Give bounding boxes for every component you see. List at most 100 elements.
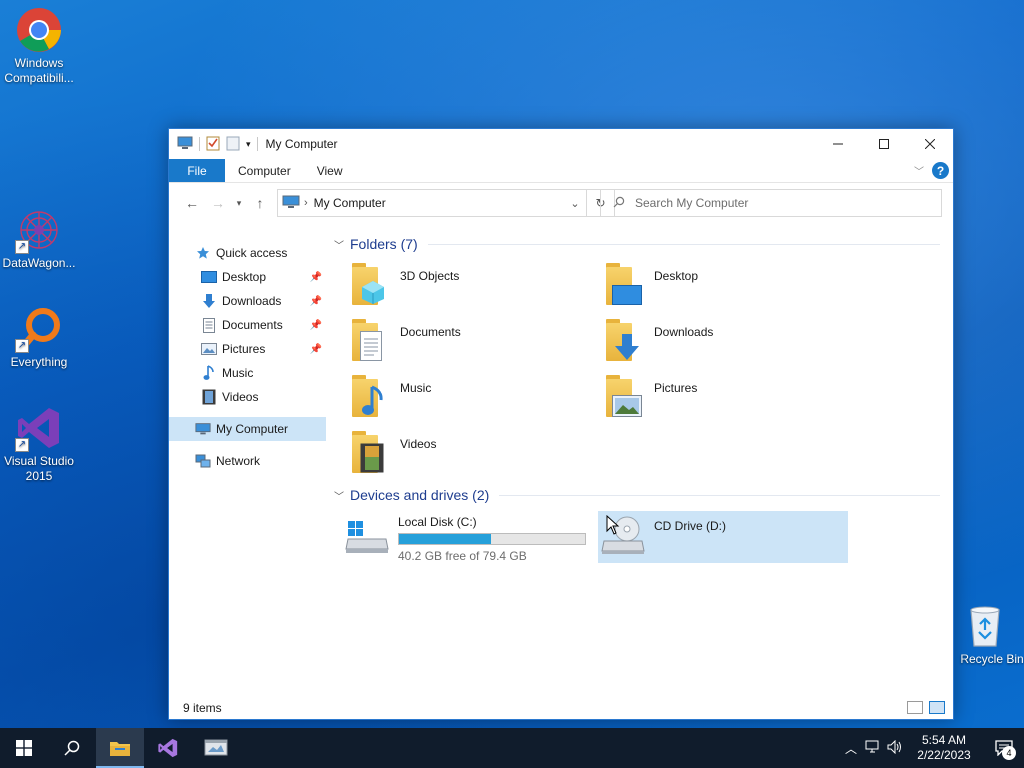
folder-tile-documents[interactable]: Documents: [346, 317, 596, 369]
folder-tile-3d-objects[interactable]: 3D Objects: [346, 261, 596, 313]
sidebar-item-label: Network: [216, 454, 261, 468]
breadcrumb-current[interactable]: My Computer: [314, 196, 386, 210]
desktop-icon-windows-compatibility[interactable]: Windows Compatibili...: [0, 6, 78, 86]
volume-icon[interactable]: [884, 739, 906, 757]
up-button[interactable]: ↑: [247, 191, 273, 215]
sidebar-item-network[interactable]: Network: [169, 449, 326, 473]
address-dropdown-icon[interactable]: ⌄: [564, 197, 586, 210]
sidebar-item-quick-access[interactable]: Quick access: [169, 241, 326, 265]
star-icon: [195, 245, 211, 261]
sidebar-item-videos[interactable]: Videos: [169, 385, 326, 409]
taskbar-clock[interactable]: 5:54 AM 2/22/2023: [912, 733, 976, 763]
picture-icon: [201, 341, 217, 357]
address-bar[interactable]: › My Computer ⌄: [277, 189, 587, 217]
back-button[interactable]: ←: [179, 191, 205, 215]
navigation-pane: Quick access Desktop 📌 Downloads 📌 Docum…: [169, 223, 326, 699]
group-header-devices[interactable]: ﹀ Devices and drives (2): [334, 487, 940, 503]
network-status-icon[interactable]: [862, 740, 884, 757]
sidebar-item-desktop[interactable]: Desktop 📌: [169, 265, 326, 289]
drive-label: CD Drive (D:): [654, 519, 726, 533]
pin-icon[interactable]: 📌: [310, 344, 322, 355]
tab-computer[interactable]: Computer: [225, 159, 304, 182]
folder-label: Documents: [400, 325, 461, 339]
collapse-chevron-icon[interactable]: ﹀: [334, 488, 344, 503]
drive-info: Local Disk (C:) 40.2 GB free of 79.4 GB: [398, 515, 586, 563]
start-button[interactable]: [0, 728, 48, 768]
group-header-folders[interactable]: ﹀ Folders (7): [334, 236, 940, 252]
search-box[interactable]: [600, 189, 942, 217]
music-note-icon: [201, 365, 217, 381]
minimize-button[interactable]: [815, 129, 861, 159]
desktop-folder-icon: [602, 261, 648, 307]
sidebar-item-label: Desktop: [222, 270, 267, 284]
action-center-button[interactable]: 4: [984, 728, 1024, 768]
taskbar: ︿ 5:54 AM 2/22/2023 4: [0, 728, 1024, 768]
taskbar-search-button[interactable]: [48, 728, 96, 768]
folder-tile-desktop[interactable]: Desktop: [600, 261, 850, 313]
folder-tile-downloads[interactable]: Downloads: [600, 317, 850, 369]
shortcut-arrow-icon: ↗: [15, 438, 29, 452]
app-window-icon: [204, 739, 228, 756]
desktop-icon-label: DataWagon...: [2, 256, 76, 270]
folder-tile-videos[interactable]: Videos: [346, 429, 596, 481]
sidebar-item-downloads[interactable]: Downloads 📌: [169, 289, 326, 313]
chrome-icon: [15, 6, 63, 54]
large-icons-view-icon[interactable]: [929, 701, 945, 714]
folder-label: Music: [400, 381, 432, 395]
sidebar-item-music[interactable]: Music: [169, 361, 326, 385]
desktop-icon-label: Recycle Bin: [960, 652, 1024, 666]
taskbar-visual-studio[interactable]: [144, 728, 192, 768]
folder-tile-music[interactable]: Music: [346, 373, 596, 425]
taskbar-file-explorer[interactable]: [96, 728, 144, 768]
breadcrumb-chevron-icon[interactable]: ›: [304, 197, 308, 209]
properties-icon[interactable]: [206, 135, 220, 154]
tab-view[interactable]: View: [304, 159, 356, 182]
folder-tile-pictures[interactable]: Pictures: [600, 373, 850, 425]
film-strip-icon: [201, 389, 217, 405]
downloads-folder-icon: [602, 317, 648, 363]
recent-locations-button[interactable]: ▾: [231, 191, 247, 215]
group-divider: [499, 494, 940, 496]
tab-file[interactable]: File: [169, 159, 225, 182]
toolbar-separator: [199, 137, 200, 151]
customize-toolbar-icon[interactable]: ▾: [246, 139, 251, 150]
desktop-icon-datawagon[interactable]: ↗ DataWagon...: [0, 206, 78, 271]
help-icon[interactable]: ?: [932, 162, 949, 179]
show-hidden-icons-chevron-icon[interactable]: ︿: [840, 740, 862, 757]
pin-icon[interactable]: 📌: [310, 320, 322, 331]
drive-tile-local-disk-c[interactable]: Local Disk (C:) 40.2 GB free of 79.4 GB: [344, 511, 598, 563]
desktop-icon-label: Windows Compatibili...: [4, 56, 74, 85]
drive-tile-cd-drive-d[interactable]: CD Drive (D:): [598, 511, 848, 563]
sidebar-item-documents[interactable]: Documents 📌: [169, 313, 326, 337]
maximize-button[interactable]: [861, 129, 907, 159]
drive-usage-bar: [398, 533, 586, 545]
window-controls: [815, 129, 953, 159]
visual-studio-icon: [158, 738, 178, 758]
sidebar-item-label: Music: [222, 366, 254, 380]
details-view-icon[interactable]: [907, 701, 923, 714]
view-switcher: [907, 701, 945, 714]
expand-ribbon-icon[interactable]: ﹀: [914, 163, 924, 178]
desktop-icon-everything[interactable]: ↗ Everything: [0, 305, 78, 370]
computer-icon: [195, 421, 211, 437]
collapse-chevron-icon[interactable]: ﹀: [334, 237, 344, 252]
title-bar: ▾ My Computer: [169, 129, 953, 159]
download-arrow-icon: [201, 293, 217, 309]
group-divider: [427, 243, 940, 245]
pin-icon[interactable]: 📌: [310, 272, 322, 283]
sidebar-item-pictures[interactable]: Pictures 📌: [169, 337, 326, 361]
taskbar-app[interactable]: [192, 728, 240, 768]
folder-label: Downloads: [654, 325, 714, 339]
forward-button[interactable]: →: [205, 191, 231, 215]
sidebar-item-my-computer[interactable]: My Computer: [169, 417, 326, 441]
desktop-icon-recycle-bin[interactable]: Recycle Bin: [946, 602, 1024, 667]
hard-drive-icon: [344, 511, 390, 557]
search-input[interactable]: [635, 196, 915, 210]
desktop-icon-visual-studio[interactable]: ↗ Visual Studio 2015: [0, 404, 78, 484]
pin-icon[interactable]: 📌: [310, 296, 322, 307]
desktop-icon-label: Visual Studio 2015: [4, 454, 74, 483]
close-button[interactable]: [907, 129, 953, 159]
new-folder-icon[interactable]: [226, 135, 240, 154]
shortcut-arrow-icon: ↗: [15, 240, 29, 254]
toolbar-separator: [256, 137, 258, 151]
